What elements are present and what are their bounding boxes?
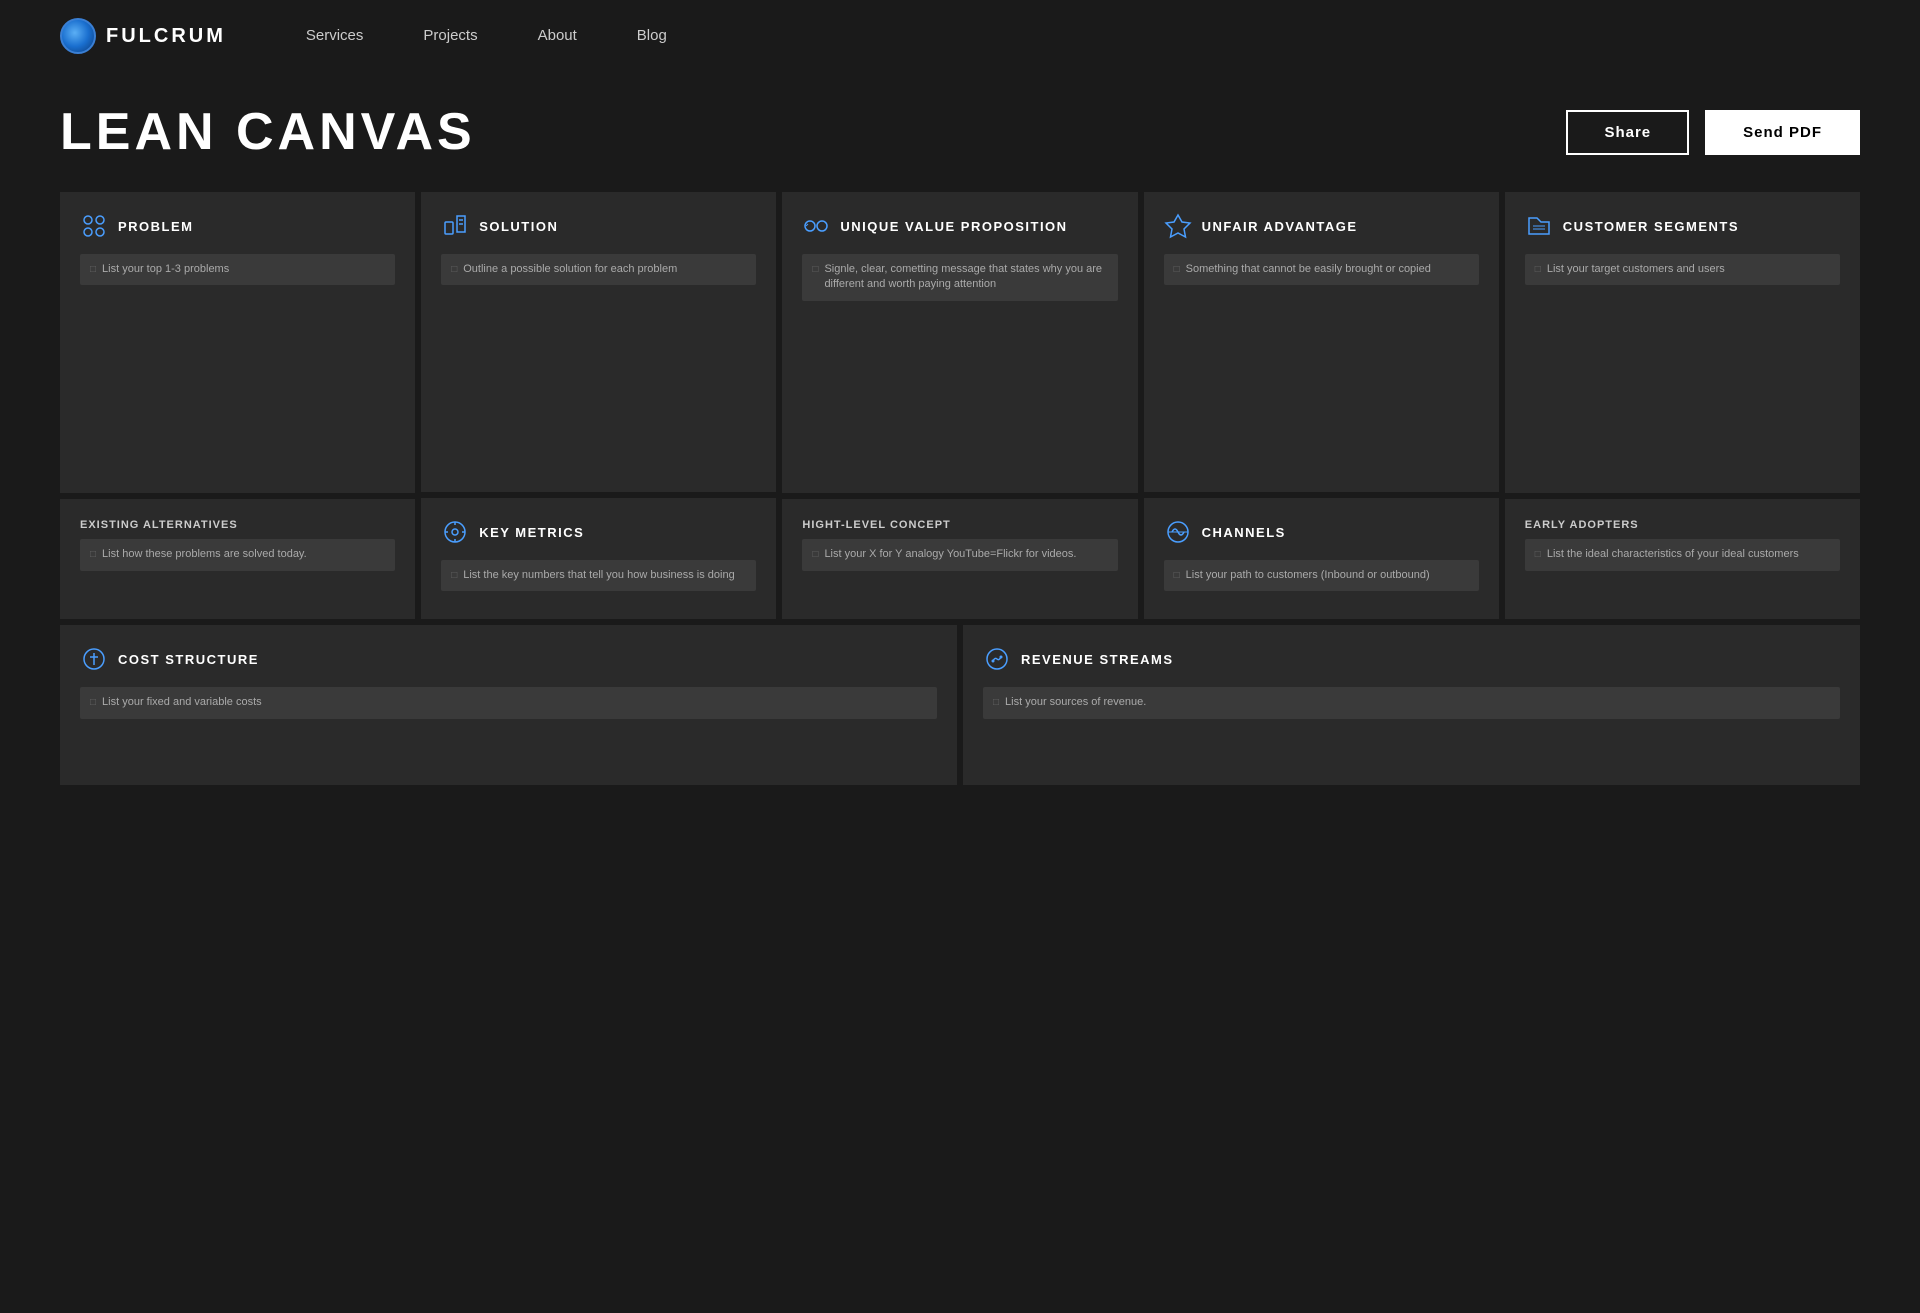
existing-alternatives-cell: EXISTING ALTERNATIVES List how these pro… bbox=[60, 499, 415, 619]
hight-level-concept-title: HIGHT-LEVEL CONCEPT bbox=[802, 519, 1117, 531]
revenue-streams-icon bbox=[983, 645, 1011, 673]
uvp-title: UNIQUE VALUE PROPOSITION bbox=[840, 219, 1067, 234]
key-metrics-cell: KEY METRICS List the key numbers that te… bbox=[421, 498, 776, 619]
revenue-streams-header: REVENUE STREAMS bbox=[983, 645, 1840, 673]
unfair-advantage-cell: UNFAIR ADVANTAGE Something that cannot b… bbox=[1144, 192, 1499, 492]
canvas-container: PROBLEM List your top 1-3 problems EXIST… bbox=[0, 182, 1920, 825]
customer-segments-header: CUSTOMER SEGMENTS bbox=[1525, 212, 1840, 240]
unfair-advantage-header: UNFAIR ADVANTAGE bbox=[1164, 212, 1479, 240]
unfair-advantage-title: UNFAIR ADVANTAGE bbox=[1202, 219, 1358, 234]
existing-alternatives-note: List how these problems are solved today… bbox=[80, 539, 395, 570]
channels-note: List your path to customers (Inbound or … bbox=[1164, 560, 1479, 591]
early-adopters-note: List the ideal characteristics of your i… bbox=[1525, 539, 1840, 570]
customer-segments-cell: CUSTOMER SEGMENTS List your target custo… bbox=[1505, 192, 1860, 493]
solution-icon bbox=[441, 212, 469, 240]
channels-cell: CHANNELS List your path to customers (In… bbox=[1144, 498, 1499, 619]
revenue-streams-title: REVENUE STREAMS bbox=[1021, 652, 1174, 667]
cost-structure-header: COST STRUCTURE bbox=[80, 645, 937, 673]
early-adopters-title: EARLY ADOPTERS bbox=[1525, 519, 1840, 531]
solution-title: SOLUTION bbox=[479, 219, 558, 234]
existing-alternatives-title: EXISTING ALTERNATIVES bbox=[80, 519, 395, 531]
hight-level-concept-cell: HIGHT-LEVEL CONCEPT List your X for Y an… bbox=[782, 499, 1137, 619]
page-title: LEAN CANVAS bbox=[60, 102, 476, 162]
logo-icon bbox=[60, 18, 96, 54]
cost-structure-cell: COST STRUCTURE List your fixed and varia… bbox=[60, 625, 957, 785]
cost-structure-icon bbox=[80, 645, 108, 673]
problem-cell: PROBLEM List your top 1-3 problems bbox=[60, 192, 415, 493]
send-pdf-button[interactable]: Send PDF bbox=[1705, 110, 1860, 155]
problem-note: List your top 1-3 problems bbox=[80, 254, 395, 285]
problem-title: PROBLEM bbox=[118, 219, 194, 234]
solution-cell: SOLUTION Outline a possible solution for… bbox=[421, 192, 776, 492]
key-metrics-title: KEY METRICS bbox=[479, 525, 584, 540]
solution-note: Outline a possible solution for each pro… bbox=[441, 254, 756, 285]
logo-text: FULCRUM bbox=[106, 25, 226, 48]
logo[interactable]: FULCRUM bbox=[60, 18, 226, 54]
nav-item-projects[interactable]: Projects bbox=[423, 27, 477, 45]
customer-segments-title: CUSTOMER SEGMENTS bbox=[1563, 219, 1739, 234]
problem-header: PROBLEM bbox=[80, 212, 395, 240]
solution-header: SOLUTION bbox=[441, 212, 756, 240]
header-buttons: Share Send PDF bbox=[1566, 110, 1860, 155]
revenue-streams-note: List your sources of revenue. bbox=[983, 687, 1840, 718]
uvp-cell: UNIQUE VALUE PROPOSITION Signle, clear, … bbox=[782, 192, 1137, 493]
unfair-advantage-note: Something that cannot be easily brought … bbox=[1164, 254, 1479, 285]
nav-item-services[interactable]: Services bbox=[306, 27, 364, 45]
uvp-note: Signle, clear, cometting message that st… bbox=[802, 254, 1117, 301]
cost-structure-title: COST STRUCTURE bbox=[118, 652, 259, 667]
channels-icon bbox=[1164, 518, 1192, 546]
uvp-icon bbox=[802, 212, 830, 240]
key-metrics-note: List the key numbers that tell you how b… bbox=[441, 560, 756, 591]
unfair-advantage-icon bbox=[1164, 212, 1192, 240]
customer-segments-icon bbox=[1525, 212, 1553, 240]
page-header: LEAN CANVAS Share Send PDF bbox=[0, 72, 1920, 182]
early-adopters-cell: EARLY ADOPTERS List the ideal characteri… bbox=[1505, 499, 1860, 619]
nav-item-blog[interactable]: Blog bbox=[637, 27, 667, 45]
revenue-streams-cell: REVENUE STREAMS List your sources of rev… bbox=[963, 625, 1860, 785]
uvp-header: UNIQUE VALUE PROPOSITION bbox=[802, 212, 1117, 240]
customer-segments-note: List your target customers and users bbox=[1525, 254, 1840, 285]
channels-header: CHANNELS bbox=[1164, 518, 1479, 546]
key-metrics-header: KEY METRICS bbox=[441, 518, 756, 546]
share-button[interactable]: Share bbox=[1566, 110, 1689, 155]
channels-title: CHANNELS bbox=[1202, 525, 1286, 540]
nav-item-about[interactable]: About bbox=[538, 27, 577, 45]
key-metrics-icon bbox=[441, 518, 469, 546]
cost-structure-note: List your fixed and variable costs bbox=[80, 687, 937, 718]
hight-level-concept-note: List your X for Y analogy YouTube=Flickr… bbox=[802, 539, 1117, 570]
problem-icon bbox=[80, 212, 108, 240]
nav-links: Services Projects About Blog bbox=[306, 27, 667, 45]
navbar: FULCRUM Services Projects About Blog bbox=[0, 0, 1920, 72]
bottom-section: COST STRUCTURE List your fixed and varia… bbox=[60, 625, 1860, 785]
